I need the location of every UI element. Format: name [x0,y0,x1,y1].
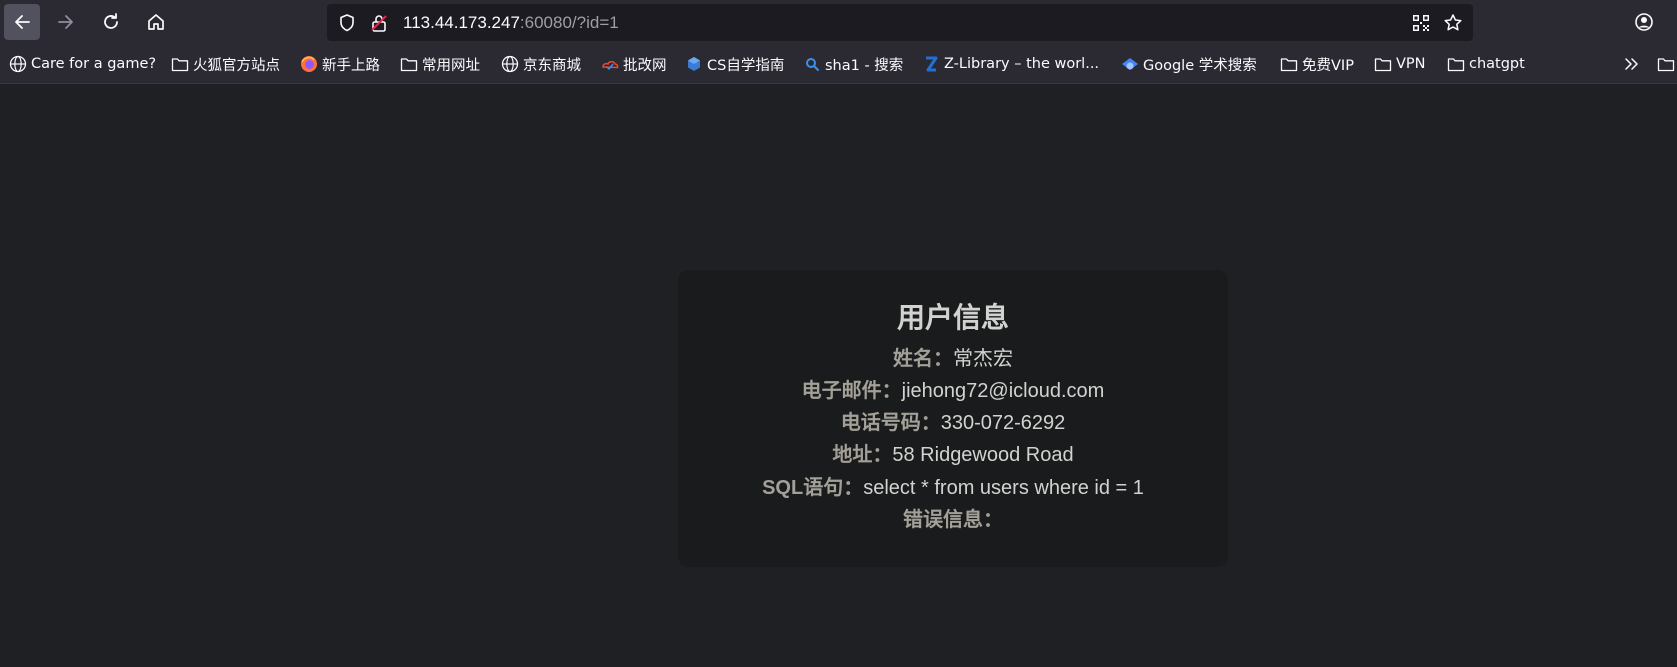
sql-value: select * from users where id = 1 [863,477,1144,499]
forward-arrow-icon [58,15,73,29]
name-label: 姓名： [893,348,953,370]
bookmark-vpn[interactable]: VPN [1373,54,1426,74]
cube-icon [684,54,704,74]
qr-code-icon[interactable] [1411,13,1431,33]
globe-icon [8,54,28,74]
folder-icon [1446,54,1466,74]
sql-label: SQL语句： [762,477,864,499]
url-text[interactable]: 113.44.173.247:60080/?id=1 [403,14,619,32]
card-title: 用户信息 [896,302,1009,333]
bookmark-label: 批改网 [623,57,667,74]
browser-toolbar: 113.44.173.247:60080/?id=1 [0,0,1677,44]
account-button[interactable] [1626,4,1662,40]
bookmark-common-sites[interactable]: 常用网址 [399,54,480,74]
bookmark-jd-mall[interactable]: 京东商城 [500,54,581,74]
reload-button[interactable] [93,4,129,40]
bookmark-star-icon[interactable] [1443,13,1463,33]
url-bar[interactable]: 113.44.173.247:60080/?id=1 [327,4,1473,41]
bookmark-pigai[interactable]: 批改网 [600,54,667,74]
user-info-card: 用户信息 姓名：常杰宏 电子邮件：jiehong72@icloud.com 电话… [678,270,1228,567]
sql-row: SQL语句：select * from users where id = 1 [678,476,1228,500]
account-icon [1635,13,1653,31]
pigai-icon [600,54,620,74]
phone-row: 电话号码：330-072-6292 [678,411,1228,435]
globe-icon [500,54,520,74]
reload-icon [104,13,118,29]
firefox-icon [299,54,319,74]
phone-label: 电话号码： [840,412,941,434]
insecure-lock-icon[interactable] [369,13,389,33]
bookmark-label: 免费VIP [1302,57,1354,74]
name-row: 姓名：常杰宏 [678,347,1228,371]
phone-value: 330-072-6292 [940,412,1066,434]
bookmark-getting-started[interactable]: 新手上路 [299,54,380,74]
email-row: 电子邮件：jiehong72@icloud.com [678,379,1228,403]
name-value: 常杰宏 [953,348,1013,370]
address-label: 地址： [832,444,893,466]
bookmark-cs-guide[interactable]: CS自学指南 [684,54,784,74]
address-row: 地址：58 Ridgewood Road [678,443,1228,467]
page-content: 用户信息 姓名：常杰宏 电子邮件：jiehong72@icloud.com 电话… [0,84,1677,667]
bookmarks-toolbar: Care for a game? 火狐官方站点 新手上路 常用网址 京东商城 批… [0,44,1677,84]
chevron-double-right-icon [1622,54,1642,74]
bookmark-label: CS自学指南 [707,57,785,74]
tracking-protection-shield-icon[interactable] [337,13,357,33]
bookmarks-overflow-button[interactable] [1622,54,1645,74]
bookmark-label: 常用网址 [422,57,480,74]
forward-button[interactable] [48,4,84,40]
bookmark-chatgpt[interactable]: chatgpt [1446,54,1525,74]
url-path: :60080/?id=1 [519,13,619,32]
bookmark-z-library[interactable]: Z-Library – the worl... [921,54,1099,74]
folder-icon [1279,54,1299,74]
bookmark-free-vip[interactable]: 免费VIP [1279,54,1354,74]
email-value: jiehong72@icloud.com [901,380,1105,402]
home-button[interactable] [138,4,174,40]
address-value: 58 Ridgewood Road [892,444,1074,466]
back-arrow-icon [15,15,30,29]
error-label: 错误信息： [903,509,1003,531]
bookmark-label: Care for a game? [31,56,157,72]
folder-icon [170,54,190,74]
bookmark-label: 新手上路 [322,57,380,74]
bookmark-label: 火狐官方站点 [193,57,280,74]
search-icon [802,54,822,74]
bookmark-google-scholar[interactable]: Google 学术搜索 [1120,54,1257,74]
bookmark-label: VPN [1396,56,1426,72]
bookmark-label: Google 学术搜索 [1143,57,1257,74]
url-host: 113.44.173.247 [403,13,520,32]
home-icon [148,14,164,30]
folder-icon [1656,54,1676,74]
bookmark-label: Z-Library – the worl... [944,56,1100,72]
error-row: 错误信息： [678,508,1228,532]
bookmark-care-for-a-game[interactable]: Care for a game? [8,54,156,74]
back-button[interactable] [4,4,40,40]
bookmark-label: 京东商城 [523,57,581,74]
other-bookmarks-folder[interactable] [1656,54,1677,74]
zlibrary-icon [921,54,941,74]
bookmark-label: sha1 - 搜索 [825,57,904,74]
bookmark-label: chatgpt [1469,56,1525,72]
bookmark-sha1-search[interactable]: sha1 - 搜索 [802,54,903,74]
folder-icon [1373,54,1393,74]
email-label: 电子邮件： [801,380,902,402]
folder-icon [399,54,419,74]
scholar-icon [1120,54,1140,74]
bookmark-firefox-official[interactable]: 火狐官方站点 [170,54,280,74]
